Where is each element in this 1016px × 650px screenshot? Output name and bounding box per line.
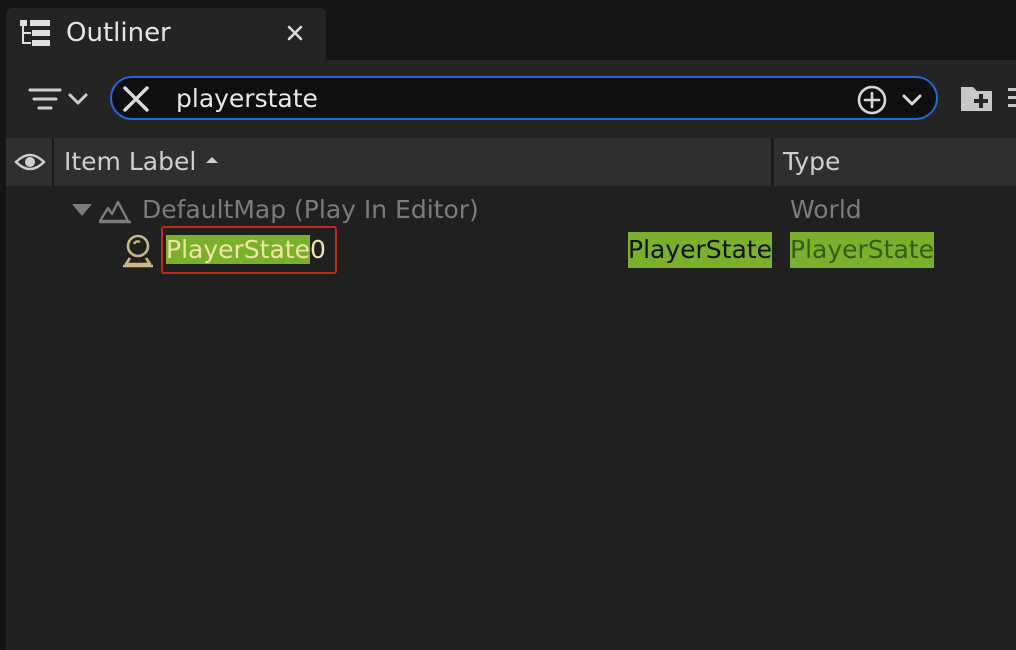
actor-icon bbox=[120, 232, 156, 268]
column-item-label[interactable]: Item Label bbox=[56, 138, 774, 186]
column-type-text: Type bbox=[783, 147, 841, 176]
tab-title: Outliner bbox=[66, 18, 171, 48]
row-label: DefaultMap (Play In Editor) bbox=[142, 195, 479, 224]
tree-row-playerstate[interactable]: PlayerState0 PlayerState PlayerState bbox=[6, 226, 1016, 274]
tab-strip: Outliner bbox=[0, 0, 1016, 60]
column-type[interactable]: Type bbox=[777, 138, 1016, 186]
eye-icon bbox=[14, 150, 46, 174]
row-type: PlayerState bbox=[790, 232, 934, 268]
outliner-window: Outliner playerstate Item Label Type Def… bbox=[0, 0, 1016, 650]
column-header: Item Label Type bbox=[6, 138, 1016, 186]
tree-view: DefaultMap (Play In Editor) World Player… bbox=[6, 186, 1016, 650]
row-extra: PlayerState bbox=[628, 232, 772, 268]
column-item-label-text: Item Label bbox=[64, 147, 197, 176]
tab-outliner[interactable]: Outliner bbox=[6, 8, 326, 60]
filter-icon bbox=[26, 80, 96, 120]
outliner-panel: Item Label Type bbox=[6, 60, 1016, 650]
more-icon bbox=[1004, 82, 1016, 114]
clear-search-icon[interactable] bbox=[120, 83, 152, 115]
add-circle-icon[interactable] bbox=[856, 84, 888, 116]
search-match: PlayerState bbox=[166, 235, 310, 264]
search-input[interactable] bbox=[176, 81, 836, 117]
sort-ascending-icon bbox=[204, 154, 220, 166]
world-icon bbox=[98, 198, 132, 224]
chevron-down-icon[interactable] bbox=[898, 86, 926, 114]
label-suffix: 0 bbox=[309, 235, 326, 264]
search-box bbox=[110, 76, 938, 120]
close-icon[interactable] bbox=[278, 16, 312, 50]
tree-row-world[interactable]: DefaultMap (Play In Editor) World bbox=[6, 190, 1016, 230]
row-label: PlayerState0 bbox=[166, 232, 326, 268]
column-visibility[interactable] bbox=[6, 138, 54, 186]
add-folder-button[interactable] bbox=[958, 80, 998, 116]
filter-button[interactable] bbox=[26, 80, 96, 120]
expand-arrow-icon[interactable] bbox=[70, 202, 94, 218]
outliner-icon bbox=[18, 18, 52, 48]
add-folder-icon bbox=[958, 80, 998, 116]
row-type: World bbox=[790, 195, 862, 224]
toolbar bbox=[6, 60, 1016, 136]
more-options-button[interactable] bbox=[1004, 82, 1016, 114]
